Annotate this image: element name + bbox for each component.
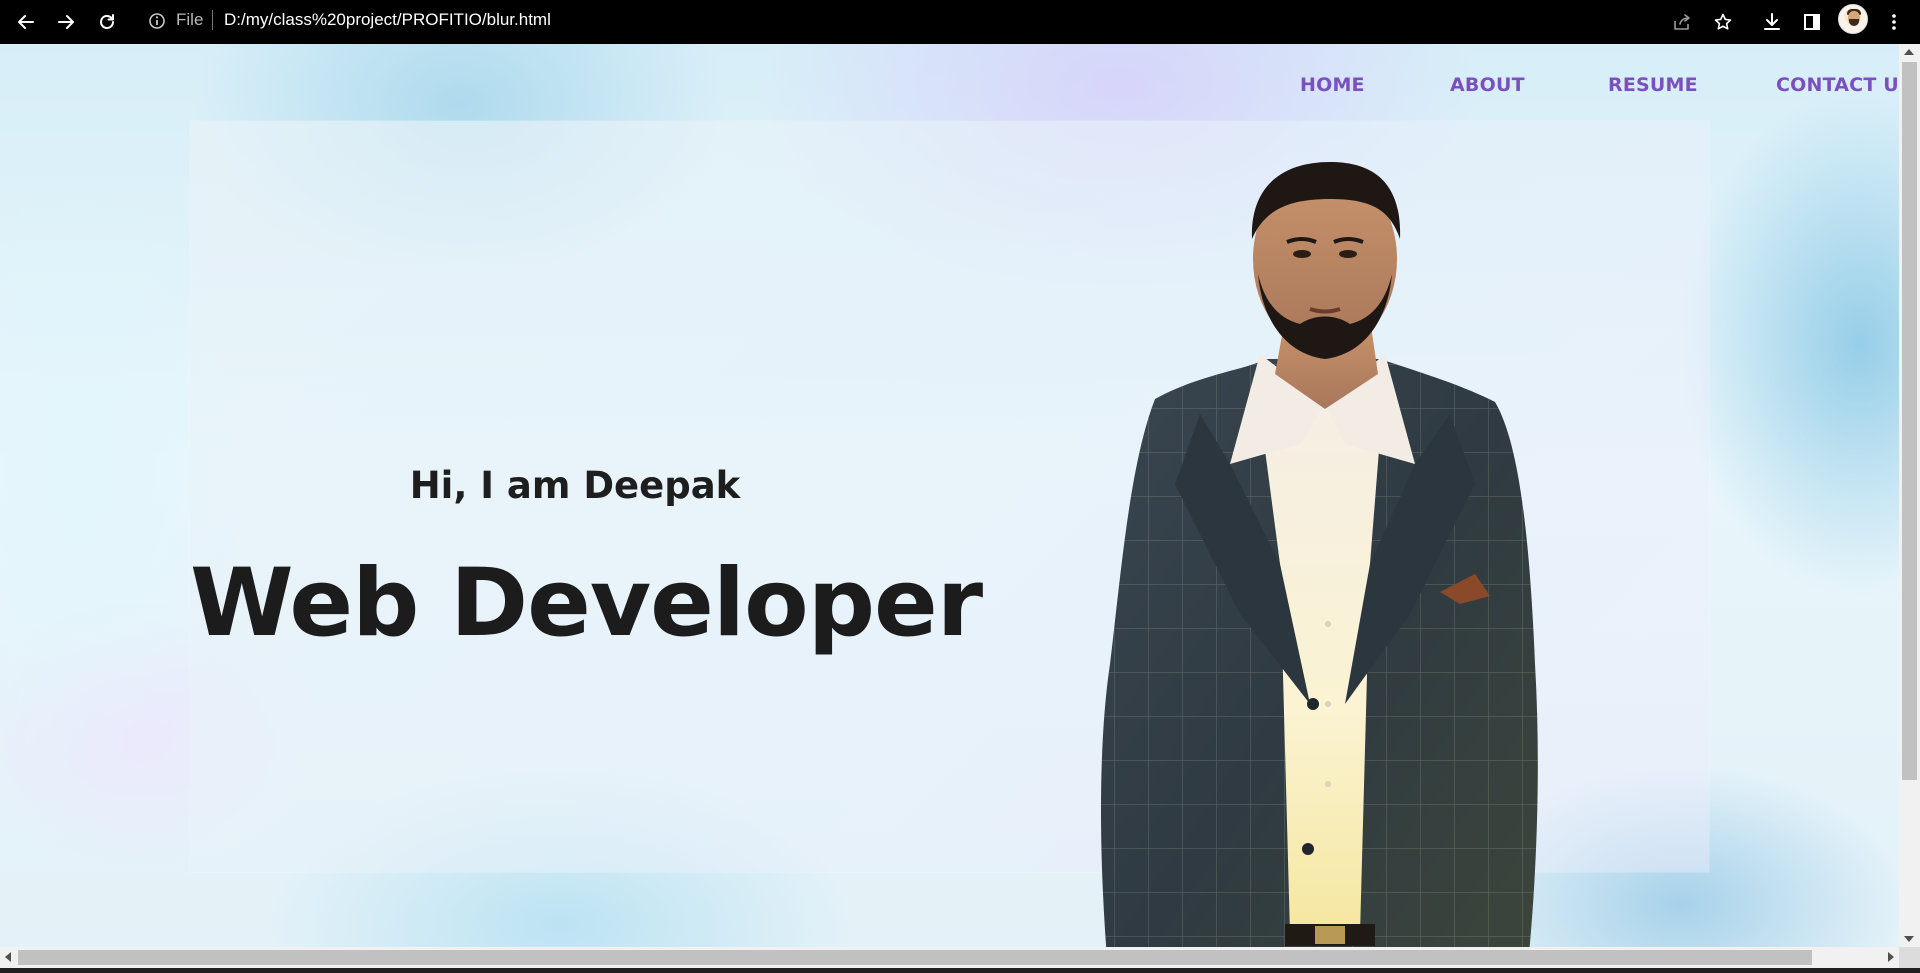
- star-icon: [1714, 13, 1732, 30]
- nav-link-resume[interactable]: RESUME: [1608, 74, 1698, 102]
- address-separator: [212, 10, 213, 30]
- hero-greeting: Hi, I am Deepak: [409, 464, 741, 507]
- nav-link-home[interactable]: HOME: [1300, 74, 1365, 102]
- browser-toolbar: File D:/my/class%20project/PROFITIO/blur…: [0, 0, 1920, 44]
- profile-avatar[interactable]: [1838, 4, 1868, 34]
- address-scheme-label: File: [176, 10, 204, 29]
- share-button[interactable]: [1666, 6, 1698, 38]
- vertical-scroll-thumb[interactable]: [1902, 62, 1917, 780]
- horizontal-scrollbar[interactable]: [0, 947, 1899, 968]
- browser-menu-button[interactable]: [1878, 6, 1910, 38]
- forward-button[interactable]: [50, 6, 82, 38]
- kebab-menu-icon: [1892, 14, 1896, 30]
- side-panel-icon: [1804, 14, 1820, 30]
- reload-icon: [100, 14, 114, 29]
- forward-arrow-icon: [58, 15, 74, 29]
- scroll-right-arrow-icon[interactable]: [1888, 952, 1894, 962]
- bookmark-button[interactable]: [1707, 6, 1739, 38]
- page-viewport: HOME ABOUT RESUME CONTACT US Hi, I am De…: [0, 44, 1920, 973]
- hero-title: Web Developer: [190, 549, 983, 658]
- download-icon: [1764, 13, 1780, 30]
- scrollbar-corner: [1899, 947, 1920, 968]
- downloads-button[interactable]: [1756, 6, 1788, 38]
- back-button[interactable]: [10, 6, 42, 38]
- side-panel-button[interactable]: [1796, 6, 1828, 38]
- profile-portrait-image: [1101, 162, 1538, 973]
- site-info-button[interactable]: [146, 10, 168, 32]
- avatar-beard: [1849, 19, 1859, 26]
- share-icon: [1674, 14, 1690, 30]
- scroll-left-arrow-icon[interactable]: [5, 952, 11, 962]
- back-arrow-icon: [18, 15, 34, 29]
- nav-link-contact-us[interactable]: CONTACT US: [1776, 74, 1913, 102]
- address-bar[interactable]: D:/my/class%20project/PROFITIO/blur.html: [224, 8, 551, 32]
- info-icon: [149, 13, 165, 29]
- scroll-up-arrow-icon[interactable]: [1904, 49, 1914, 55]
- nav-link-about[interactable]: ABOUT: [1450, 74, 1525, 102]
- reload-button[interactable]: [91, 6, 123, 38]
- window-bottom-edge: [0, 968, 1920, 973]
- vertical-scrollbar[interactable]: [1899, 44, 1920, 947]
- scroll-down-arrow-icon[interactable]: [1904, 936, 1914, 942]
- horizontal-scroll-thumb[interactable]: [18, 950, 1812, 965]
